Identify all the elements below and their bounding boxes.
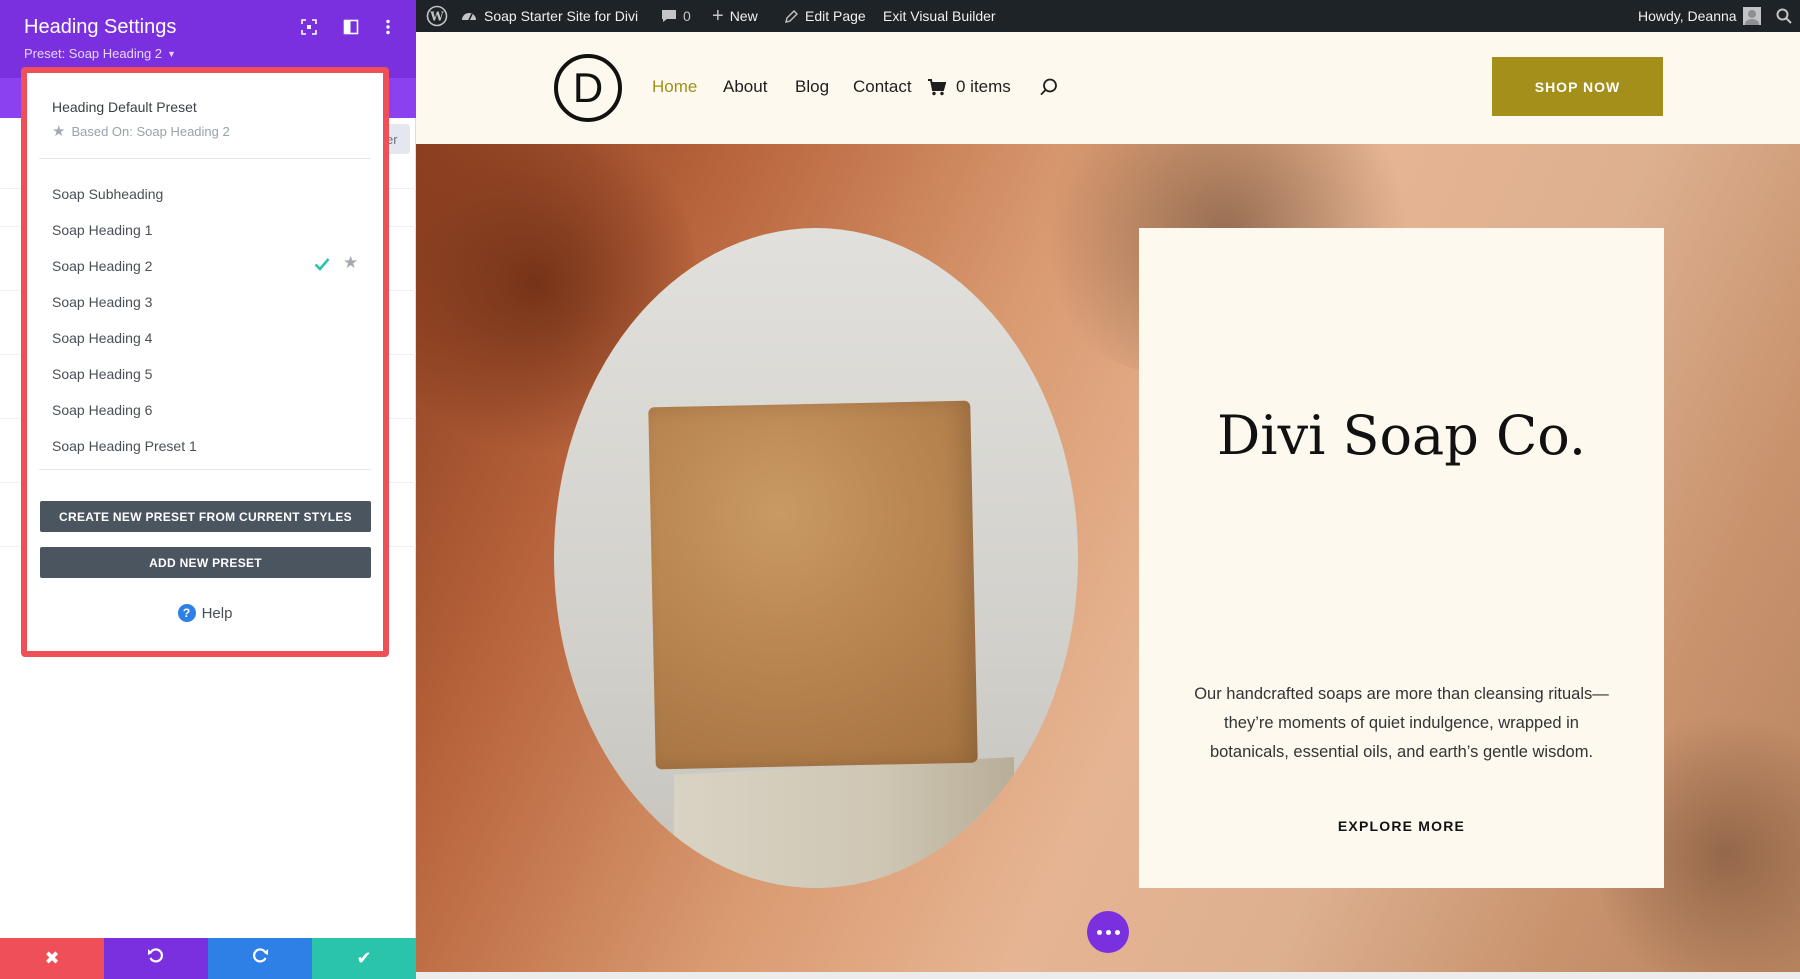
preset-label: Preset: Soap Heading 2 <box>24 46 163 61</box>
exit-visual-builder-link[interactable]: Exit Visual Builder <box>883 0 996 32</box>
site-name-link[interactable]: Soap Starter Site for Divi <box>460 0 638 32</box>
howdy-label: Howdy, Deanna <box>1638 8 1737 24</box>
hero-section: Divi Soap Co. Our handcrafted soaps are … <box>416 144 1800 972</box>
soap-bar <box>648 400 978 770</box>
nav-about[interactable]: About <box>723 77 767 97</box>
preset-selector[interactable]: Preset: Soap Heading 2 ▼ <box>24 46 176 61</box>
hero-heading: Divi Soap Co. <box>1217 404 1586 467</box>
based-on-line: ★ Based On: Soap Heading 2 <box>52 122 230 140</box>
undo-button[interactable] <box>104 938 208 979</box>
new-label: New <box>729 8 758 24</box>
site-header: D Home About Blog Contact 0 items SHOP N… <box>416 32 1800 144</box>
ellipsis-icon <box>1096 929 1120 935</box>
help-link[interactable]: ? Help <box>27 604 383 622</box>
nav-contact[interactable]: Contact <box>853 77 912 97</box>
heading-settings-panel: Heading Settings Preset: Soap Heading 2 … <box>0 0 416 979</box>
kebab-menu-icon[interactable] <box>385 19 391 40</box>
comments-link[interactable]: 0 <box>661 0 691 32</box>
set-default-star-icon[interactable]: ★ <box>343 253 358 273</box>
check-icon: ✔ <box>356 948 372 968</box>
site-logo[interactable]: D <box>554 54 622 122</box>
preset-item[interactable]: Soap Heading 3 <box>52 294 152 310</box>
help-label: Help <box>201 604 233 622</box>
preset-item-active[interactable]: Soap Heading 2 <box>52 258 152 274</box>
edit-page-label: Edit Page <box>805 8 866 24</box>
preset-item[interactable]: Soap Heading Preset 1 <box>52 438 197 454</box>
comments-count: 0 <box>683 8 691 24</box>
nav-blog[interactable]: Blog <box>795 77 829 97</box>
logo-letter: D <box>572 64 604 111</box>
edit-page-link[interactable]: Edit Page <box>784 0 866 32</box>
checkmark-icon <box>314 257 330 276</box>
wordpress-logo-icon[interactable]: W <box>426 0 448 32</box>
explore-more-link[interactable]: EXPLORE MORE <box>1139 818 1664 834</box>
redo-button[interactable] <box>208 938 312 979</box>
admin-bar: W Soap Starter Site for Divi 0 + New Edi… <box>416 0 1800 32</box>
preset-item[interactable]: Soap Heading 4 <box>52 330 152 346</box>
shop-now-button[interactable]: SHOP NOW <box>1492 57 1663 116</box>
cart-icon[interactable] <box>928 79 947 101</box>
svg-text:W: W <box>429 10 444 24</box>
redo-icon <box>251 947 269 970</box>
dock-panel-icon[interactable] <box>343 19 359 40</box>
star-icon: ★ <box>52 123 66 140</box>
comment-icon <box>661 8 677 24</box>
admin-search-icon[interactable] <box>1776 0 1792 32</box>
close-icon: ✖ <box>44 948 60 968</box>
hero-text-card: Divi Soap Co. Our handcrafted soaps are … <box>1139 228 1664 888</box>
preset-item[interactable]: Soap Heading 5 <box>52 366 152 382</box>
exit-builder-label: Exit Visual Builder <box>883 8 996 24</box>
more-options-button[interactable] <box>1087 911 1129 953</box>
panel-action-bar: ✖ ✔ <box>0 938 416 979</box>
soap-product-image <box>554 228 1078 888</box>
new-content-link[interactable]: + New <box>712 0 758 32</box>
caret-down-icon: ▼ <box>167 48 176 59</box>
undo-icon <box>147 947 165 970</box>
discard-button[interactable]: ✖ <box>0 938 104 979</box>
help-icon: ? <box>177 604 196 622</box>
save-button[interactable]: ✔ <box>312 938 416 979</box>
panel-title: Heading Settings <box>24 16 177 38</box>
focus-mode-icon[interactable] <box>301 19 317 40</box>
based-on-label: Based On: Soap Heading 2 <box>71 123 230 139</box>
preset-item[interactable]: Soap Heading 6 <box>52 402 152 418</box>
preset-item[interactable]: Soap Subheading <box>52 186 163 202</box>
shop-now-label: SHOP NOW <box>1534 78 1621 95</box>
user-avatar-icon <box>1742 7 1761 25</box>
search-icon[interactable] <box>1040 78 1058 101</box>
default-preset-item[interactable]: Heading Default Preset <box>52 99 197 115</box>
pedestal-block <box>674 757 1014 888</box>
account-menu[interactable]: Howdy, Deanna <box>1638 0 1761 32</box>
preset-dropdown: Heading Default Preset ★ Based On: Soap … <box>21 67 389 657</box>
site-name-label: Soap Starter Site for Divi <box>484 8 639 24</box>
hero-body-text: Our handcrafted soaps are more than clea… <box>1194 685 1609 761</box>
plus-icon: + <box>712 5 724 27</box>
add-new-preset-button[interactable]: ADD NEW PRESET <box>40 547 371 578</box>
preset-item[interactable]: Soap Heading 1 <box>52 222 152 238</box>
cart-items-link[interactable]: 0 items <box>956 77 1011 97</box>
pencil-icon <box>784 9 799 24</box>
create-preset-from-styles-button[interactable]: CREATE NEW PRESET FROM CURRENT STYLES <box>40 501 371 532</box>
nav-home[interactable]: Home <box>652 77 697 97</box>
dashboard-icon <box>460 7 478 25</box>
